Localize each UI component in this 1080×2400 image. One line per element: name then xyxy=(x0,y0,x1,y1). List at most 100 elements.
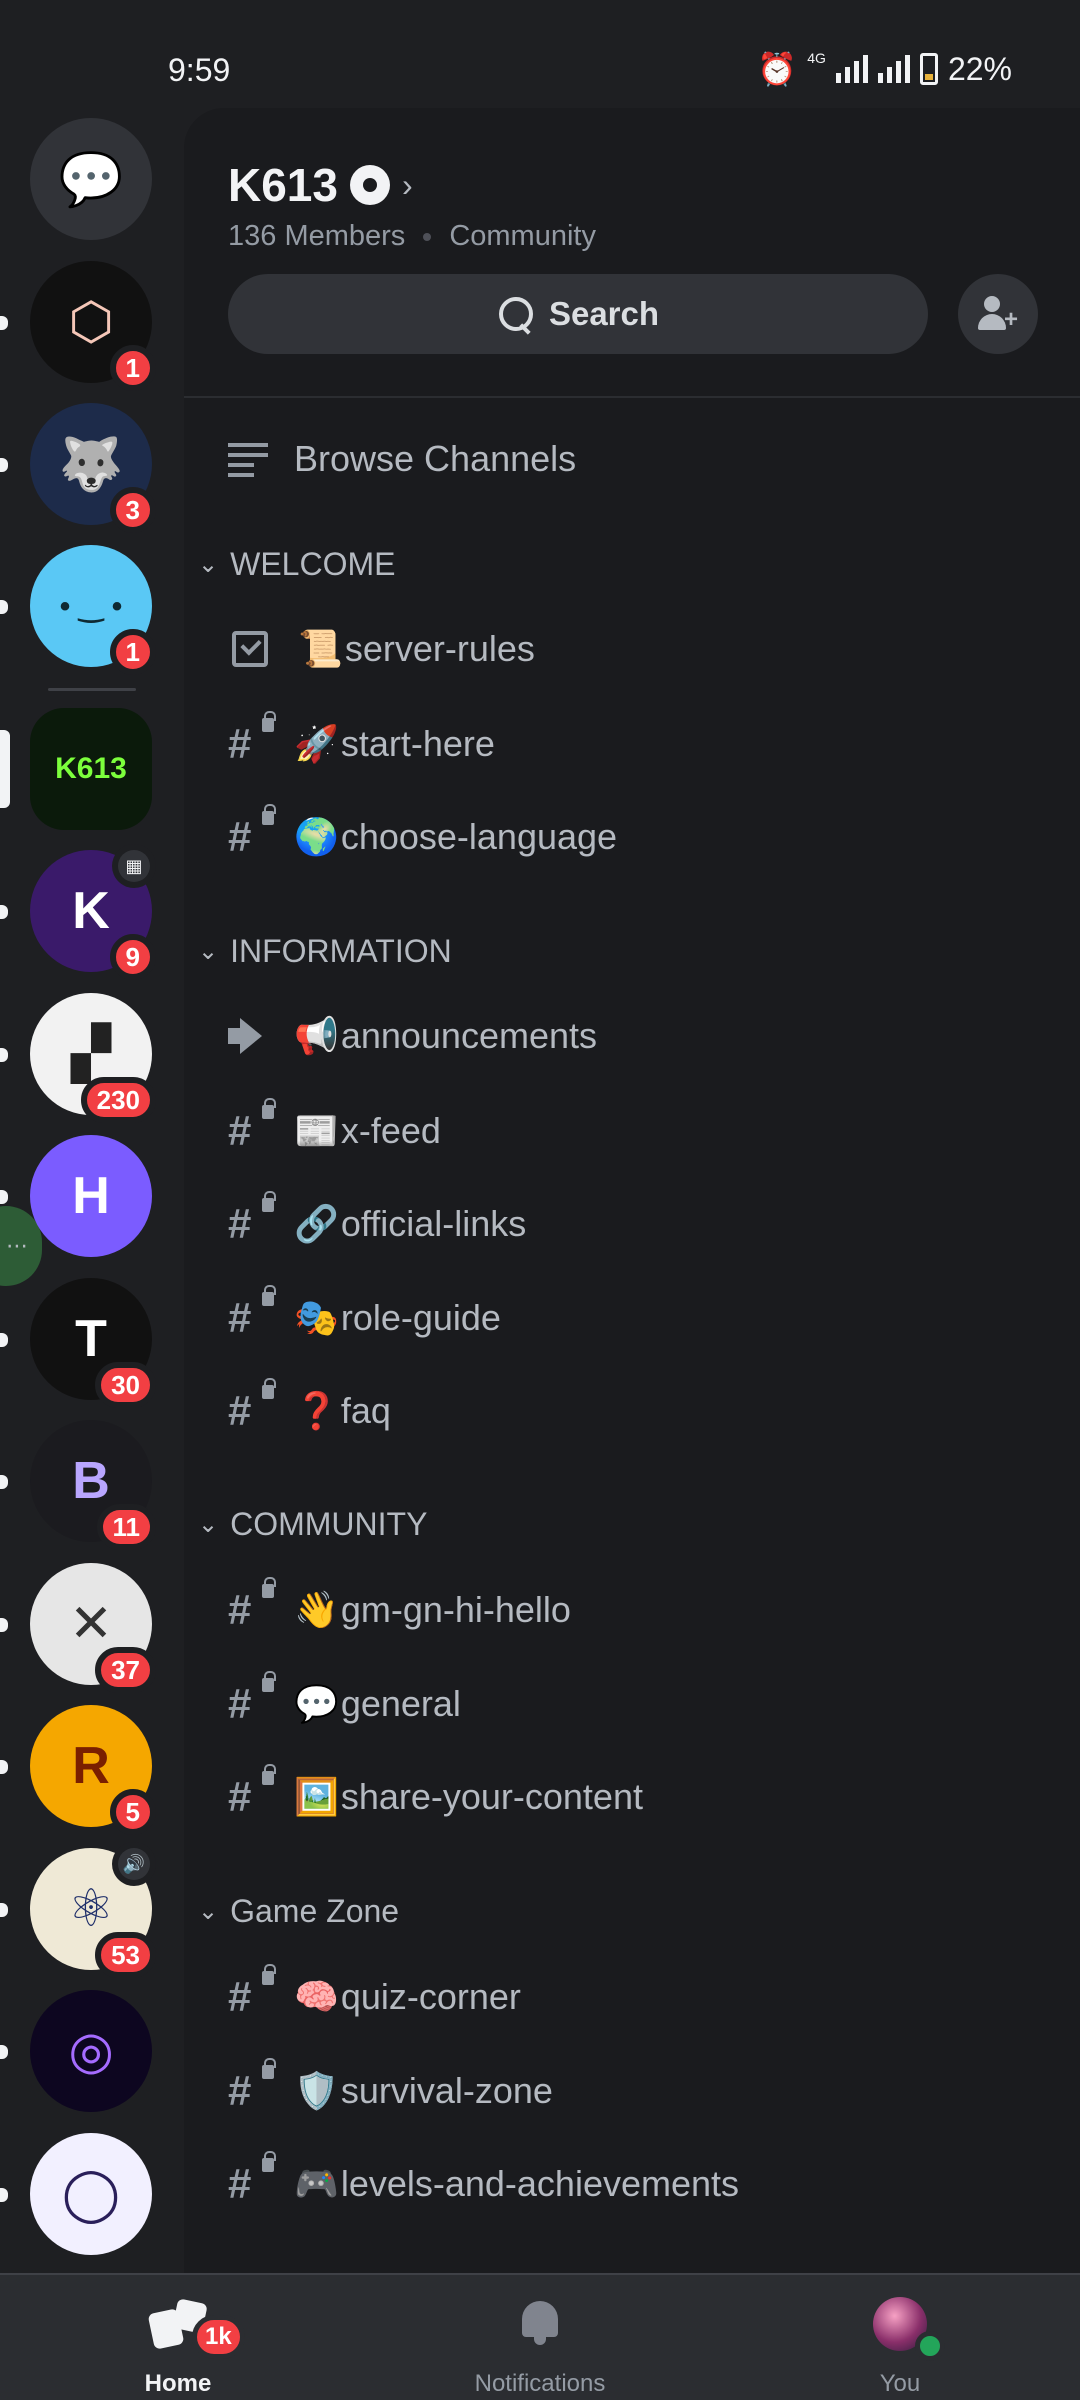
chevron-right-icon: › xyxy=(401,166,413,203)
server-icon-1[interactable]: ⬡ 1 xyxy=(0,261,156,391)
tab-notifications[interactable]: Notifications xyxy=(430,2275,650,2400)
channel-item[interactable]: 📢 announcements xyxy=(228,1015,597,1057)
locked-hash-icon: # xyxy=(228,2057,276,2113)
tab-home[interactable]: Home xyxy=(68,2275,288,2400)
channel-name: gm-gn-hi-hello xyxy=(340,1589,571,1630)
chevron-down-icon: ⌄ xyxy=(198,938,219,965)
channel-name: announcements xyxy=(340,1015,598,1056)
server-icon-8[interactable]: T 30 xyxy=(0,1278,156,1408)
unread-pill xyxy=(0,1333,8,1347)
server-icon-0[interactable]: 💬 xyxy=(30,118,152,240)
channel-item[interactable]: # 🎮 levels-and-achievements xyxy=(228,2151,740,2206)
server-icon-14[interactable]: ◯ xyxy=(0,2133,152,2255)
server-icon-12[interactable]: ⚛ 53 🔊 xyxy=(0,1842,156,1978)
event-icon: ▦ xyxy=(112,844,156,888)
bottom-nav: Home 1k Notifications You xyxy=(0,2273,1080,2400)
server-icon-5[interactable]: K 9 ▦ xyxy=(0,844,156,980)
unread-pill xyxy=(0,1190,8,1204)
channel-item[interactable]: 📜 server-rules xyxy=(228,628,535,670)
channel-item[interactable]: # 🖼️ share-your-content xyxy=(228,1764,643,1819)
category-header[interactable]: ⌄ COMMUNITY xyxy=(198,1506,427,1543)
browse-channels-button[interactable]: Browse Channels xyxy=(228,438,576,480)
server-icon-4[interactable]: K613 xyxy=(0,708,152,830)
unread-pill xyxy=(0,1475,8,1489)
locked-hash-icon: # xyxy=(228,1378,276,1433)
unread-pill xyxy=(0,316,8,330)
channel-name: levels-and-achievements xyxy=(340,2163,740,2204)
channel-name: role-guide xyxy=(340,1296,501,1338)
invite-button[interactable]: + xyxy=(958,274,1038,354)
home-badge: 1k xyxy=(192,2315,245,2359)
channel-emoji: 👋 xyxy=(294,1590,339,1631)
server-rail: ⋯ 💬 ⬡ 1 🐺 3 • ‿ • 1 K613 K 9 ▦ ▞ 230 H T 30 B 11 ✕ 37 R 5 ⚛ 53 🔊… xyxy=(0,108,184,2273)
server-purple-ring-icon: ◎ xyxy=(30,1990,152,2112)
channel-item[interactable]: # 🧠 quiz-corner xyxy=(228,1964,521,2019)
channel-item[interactable]: # 💬 general xyxy=(228,1670,461,1726)
server-icon-9[interactable]: B 11 xyxy=(0,1420,156,1550)
server-meta: 136 Members Community xyxy=(228,220,596,253)
rail-separator xyxy=(48,688,136,691)
locked-hash-icon: # xyxy=(228,1764,276,1819)
channel-item[interactable]: # 👋 gm-gn-hi-hello xyxy=(228,1577,571,1632)
category-header[interactable]: ⌄ INFORMATION xyxy=(198,933,452,970)
server-icon-6[interactable]: ▞ 230 xyxy=(0,993,156,1123)
search-button[interactable]: Search xyxy=(228,274,928,354)
server-icon-10[interactable]: ✕ 37 xyxy=(0,1563,156,1693)
server-icon-2[interactable]: 🐺 3 xyxy=(0,403,156,533)
channel-item[interactable]: # 🎭 role-guide xyxy=(228,1284,501,1340)
tab-you[interactable]: You xyxy=(790,2275,1010,2400)
unread-pill xyxy=(0,1903,8,1917)
channel-name: quiz-corner xyxy=(340,1976,521,2017)
channel-name: official-links xyxy=(340,1203,527,1244)
chevron-down-icon: ⌄ xyxy=(198,1898,219,1925)
category-header[interactable]: ⌄ Game Zone xyxy=(198,1893,399,1930)
chevron-down-icon: ⌄ xyxy=(198,551,219,578)
tab-home-label: Home xyxy=(144,2370,212,2397)
channel-emoji: 🖼️ xyxy=(294,1777,339,1818)
unread-pill xyxy=(0,458,8,472)
bell-icon xyxy=(518,2297,562,2347)
unread-badge: 3 xyxy=(109,487,156,533)
channel-emoji: 🧠 xyxy=(294,1977,339,2018)
channel-item[interactable]: # ❓ faq xyxy=(228,1378,391,1433)
server-icon-13[interactable]: ◎ xyxy=(0,1990,152,2112)
status-icons: ⏰ 4G 22% xyxy=(757,50,1012,88)
channel-item[interactable]: # 🌍 choose-language xyxy=(228,804,617,859)
browse-channels-icon xyxy=(228,441,268,477)
alarm-icon: ⏰ xyxy=(757,51,798,87)
channel-name: general xyxy=(340,1682,461,1724)
online-status-icon xyxy=(915,2331,945,2361)
server-icon-3[interactable]: • ‿ • 1 xyxy=(0,545,156,675)
category-header[interactable]: ⌄ WELCOME xyxy=(198,546,395,583)
unread-pill xyxy=(0,1760,8,1774)
network-label: 4G xyxy=(807,50,826,66)
channel-emoji: 🎮 xyxy=(294,2164,339,2205)
avatar xyxy=(873,2297,945,2361)
channel-item[interactable]: # 🔗 official-links xyxy=(228,1191,527,1246)
member-count: 136 Members xyxy=(228,220,406,252)
battery-icon xyxy=(919,53,938,85)
channel-item[interactable]: # 📰 x-feed xyxy=(228,1097,441,1153)
channel-emoji: 🌍 xyxy=(294,817,339,858)
search-icon xyxy=(497,295,535,333)
server-name-button[interactable]: K613 › xyxy=(228,158,413,212)
channel-panel: K613 › 136 Members Community Search + Br… xyxy=(184,108,1080,2273)
channel-item[interactable]: # 🛡️ survival-zone xyxy=(228,2057,553,2113)
unread-pill xyxy=(0,905,8,919)
unread-badge: 53 xyxy=(95,1932,156,1978)
locked-hash-icon: # xyxy=(228,1191,276,1246)
locked-hash-icon: # xyxy=(228,1284,276,1340)
browse-channels-label: Browse Channels xyxy=(294,438,577,479)
search-label: Search xyxy=(548,295,660,332)
server-icon-11[interactable]: R5 xyxy=(0,1705,156,1835)
rules-channel-icon xyxy=(232,631,268,667)
category-label: COMMUNITY xyxy=(230,1506,428,1542)
chevron-down-icon: ⌄ xyxy=(198,1511,219,1538)
category-label: WELCOME xyxy=(230,546,396,582)
signal-icon-2 xyxy=(877,55,910,83)
locked-hash-icon: # xyxy=(228,1670,276,1726)
tab-notifications-label: Notifications xyxy=(474,2370,606,2397)
channel-emoji: 📰 xyxy=(294,1110,339,1152)
channel-item[interactable]: # 🚀 start-here xyxy=(228,710,495,766)
server-icon-7[interactable]: H xyxy=(0,1135,152,1257)
